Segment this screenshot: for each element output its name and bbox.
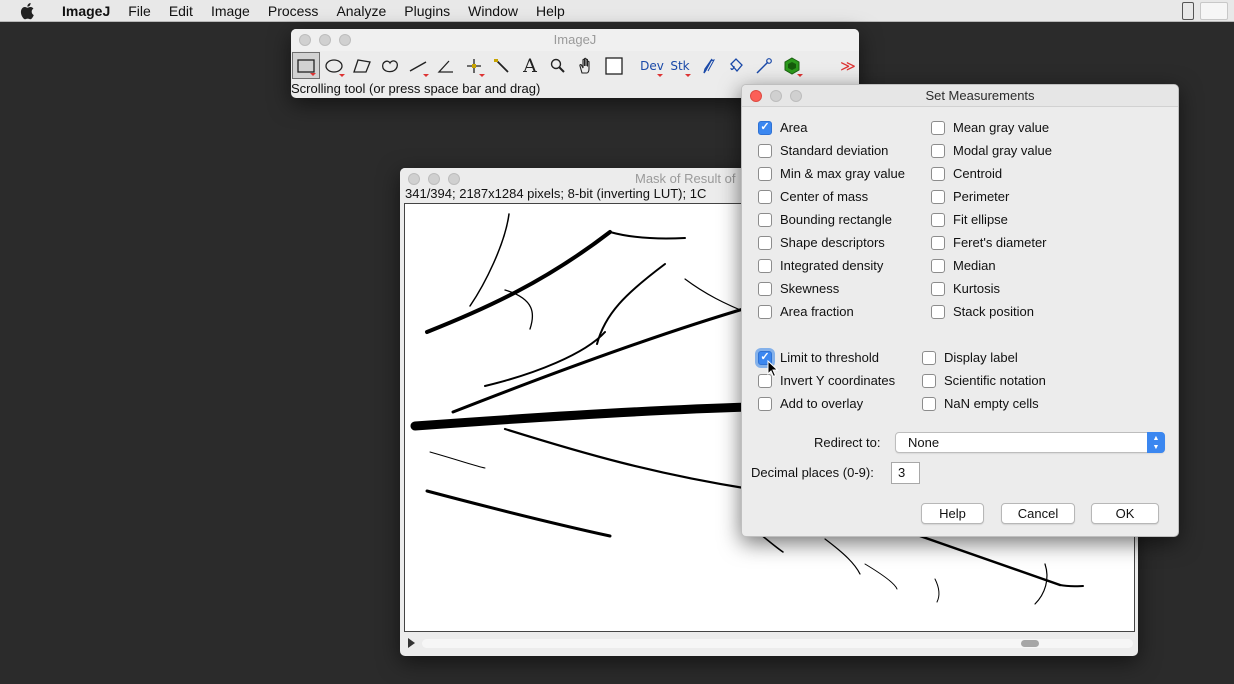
status-bar: Scrolling tool (or press space bar and d…: [291, 81, 541, 96]
polygon-tool-icon[interactable]: [348, 52, 376, 79]
color-picker-tool-icon[interactable]: [600, 52, 628, 79]
magnifier-tool-icon[interactable]: [544, 52, 572, 79]
chevron-up-down-icon[interactable]: ▲ ▼: [1147, 432, 1165, 453]
checkbox-shape-descriptors[interactable]: Shape descriptors: [758, 235, 885, 250]
menu-image[interactable]: Image: [202, 0, 259, 22]
checkbox-scientific-notation[interactable]: Scientific notation: [922, 373, 1046, 388]
mouse-cursor-icon: [767, 360, 779, 378]
toolbar: A Dev Stk ≫: [292, 52, 859, 80]
play-animation-icon[interactable]: [408, 638, 415, 648]
redirect-select[interactable]: None ▲ ▼: [895, 432, 1165, 453]
menu-file[interactable]: File: [119, 0, 160, 22]
plugin-tool-icon[interactable]: [778, 52, 806, 79]
toolbar-separator: [628, 52, 638, 79]
point-tool-icon[interactable]: [460, 52, 488, 79]
help-button[interactable]: Help: [921, 503, 984, 524]
checkbox-area[interactable]: ✓ Area: [758, 120, 807, 135]
horizontal-scrollbar[interactable]: [404, 636, 1135, 650]
menu-analyze[interactable]: Analyze: [327, 0, 395, 22]
menu-window[interactable]: Window: [459, 0, 527, 22]
minimize-dialog-button[interactable]: [770, 90, 782, 102]
flood-fill-tool-icon[interactable]: [722, 52, 750, 79]
menu-help[interactable]: Help: [527, 0, 574, 22]
menu-edit[interactable]: Edit: [160, 0, 202, 22]
oval-tool-icon[interactable]: [320, 52, 348, 79]
checkbox-bounding-rectangle[interactable]: Bounding rectangle: [758, 212, 892, 227]
redirect-value: None: [908, 435, 940, 450]
close-dialog-button[interactable]: [750, 90, 762, 102]
rectangle-tool-icon[interactable]: [292, 52, 320, 79]
status-menu-icon[interactable]: [1182, 2, 1194, 20]
checkbox-mean-gray-value[interactable]: Mean gray value: [931, 120, 1049, 135]
decimal-places-label: Decimal places (0-9):: [751, 465, 874, 480]
checkbox-centroid[interactable]: Centroid: [931, 166, 1002, 181]
checkbox-display-label[interactable]: Display label: [922, 350, 1018, 365]
checkbox-stack-position[interactable]: Stack position: [931, 304, 1034, 319]
redirect-label: Redirect to:: [814, 435, 881, 450]
text-tool-icon[interactable]: A: [516, 52, 544, 79]
brush-tool-icon[interactable]: [694, 52, 722, 79]
imagej-window-title: ImageJ: [553, 32, 597, 47]
scrollbar-thumb[interactable]: [1021, 640, 1039, 647]
checkbox-perimeter[interactable]: Perimeter: [931, 189, 1009, 204]
checkbox-center-of-mass[interactable]: Center of mass: [758, 189, 868, 204]
checkbox-ferets-diameter[interactable]: Feret's diameter: [931, 235, 1047, 250]
checkbox-standard-deviation[interactable]: Standard deviation: [758, 143, 888, 158]
empty-tool-slot[interactable]: [806, 52, 834, 79]
status-menu-extra-icon[interactable]: [1200, 2, 1228, 20]
checkbox-modal-gray-value[interactable]: Modal gray value: [931, 143, 1052, 158]
checkbox-nan-empty-cells[interactable]: NaN empty cells: [922, 396, 1039, 411]
image-info: 341/394; 2187x1284 pixels; 8-bit (invert…: [405, 186, 707, 201]
pipette-tool-icon[interactable]: [750, 52, 778, 79]
menu-bar: ImageJ File Edit Image Process Analyze P…: [0, 0, 1234, 22]
menu-app-imagej[interactable]: ImageJ: [62, 0, 119, 22]
checkbox-kurtosis[interactable]: Kurtosis: [931, 281, 1000, 296]
dev-menu[interactable]: Dev: [638, 52, 666, 79]
ok-button[interactable]: OK: [1091, 503, 1159, 524]
dialog-title: Set Measurements: [925, 88, 1035, 103]
checkbox-add-to-overlay[interactable]: Add to overlay: [758, 396, 863, 411]
checkmark-icon[interactable]: ✓: [758, 120, 772, 135]
checkbox-skewness[interactable]: Skewness: [758, 281, 839, 296]
freehand-tool-icon[interactable]: [376, 52, 404, 79]
angle-tool-icon[interactable]: [432, 52, 460, 79]
checkbox-median[interactable]: Median: [931, 258, 996, 273]
menu-plugins[interactable]: Plugins: [395, 0, 459, 22]
checkbox-min-max-gray[interactable]: Min & max gray value: [758, 166, 905, 181]
hand-tool-icon[interactable]: [572, 52, 600, 79]
more-tools-icon[interactable]: ≫: [834, 52, 859, 79]
set-measurements-dialog: Set Measurements ✓ Area Standard deviatio…: [741, 84, 1179, 537]
checkbox-integrated-density[interactable]: Integrated density: [758, 258, 883, 273]
apple-menu-icon[interactable]: [20, 2, 42, 20]
cancel-button[interactable]: Cancel: [1001, 503, 1075, 524]
checkbox-area-fraction[interactable]: Area fraction: [758, 304, 854, 319]
checkbox-fit-ellipse[interactable]: Fit ellipse: [931, 212, 1008, 227]
decimal-places-field[interactable]: 3: [891, 462, 920, 484]
menu-process[interactable]: Process: [259, 0, 328, 22]
dialog-titlebar: Set Measurements: [742, 85, 1178, 107]
wand-tool-icon[interactable]: [488, 52, 516, 79]
stk-menu[interactable]: Stk: [666, 52, 694, 79]
line-tool-icon[interactable]: [404, 52, 432, 79]
imagej-titlebar: ImageJ: [291, 29, 859, 51]
